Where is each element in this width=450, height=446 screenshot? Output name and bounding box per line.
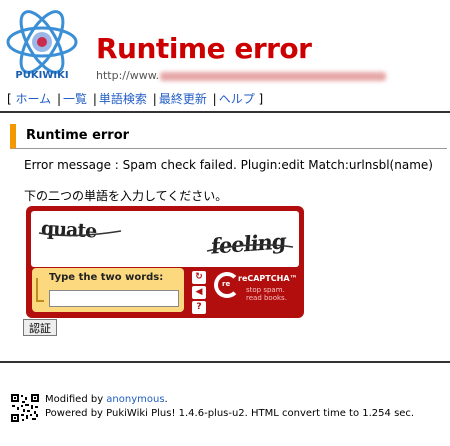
nav-list[interactable]: 一覧 xyxy=(63,92,87,106)
captcha-response-input[interactable] xyxy=(49,290,179,307)
recaptcha-tagline: stop spam. read books. xyxy=(246,286,287,302)
nav-bracket-close: ] xyxy=(258,92,264,106)
content-heading-text: Runtime error xyxy=(26,128,130,143)
page-title: Runtime error xyxy=(96,32,312,65)
nav-separator: | xyxy=(152,92,157,106)
footer-modified: Modified by anonymous. xyxy=(45,394,168,405)
captcha-image: quate feeling xyxy=(31,211,299,267)
content-heading: Runtime error xyxy=(10,124,447,149)
page-url-redacted xyxy=(160,71,387,81)
svg-text:PUKIWIKI: PUKIWIKI xyxy=(15,70,68,81)
pukiwiki-logo[interactable]: PUKIWIKI xyxy=(4,6,80,82)
page-url-prefix: http://www. xyxy=(96,69,160,82)
error-message: Error message : Spam check failed. Plugi… xyxy=(24,158,433,172)
captcha-input-label: Type the two words: xyxy=(49,272,164,283)
nav-help[interactable]: ヘルプ xyxy=(219,92,255,106)
captcha-input-box: Type the two words: xyxy=(32,268,184,312)
captcha-noise xyxy=(38,230,294,252)
refresh-icon[interactable]: ↻ xyxy=(192,271,206,284)
nav-separator: | xyxy=(56,92,62,106)
qr-code-icon xyxy=(10,393,40,423)
footer-powered: Powered by PukiWiki Plus! 1.4.6-plus-u2.… xyxy=(45,408,415,419)
nav-search[interactable]: 単語検索 xyxy=(99,92,147,106)
header-divider xyxy=(0,111,450,113)
nav-bracket-open: [ xyxy=(7,92,12,106)
arrow-icon xyxy=(36,278,44,302)
nav-recent[interactable]: 最終更新 xyxy=(159,92,207,106)
recaptcha-tagline-2: read books. xyxy=(246,294,287,302)
footer-divider xyxy=(0,361,450,363)
main-nav: [ ホーム | 一覧 | 単語検索 | 最終更新 | ヘルプ ] xyxy=(7,90,263,107)
recaptcha-widget: quate feeling Type the two words: ↻ ◀ ? … xyxy=(26,206,304,318)
nav-separator: | xyxy=(92,92,97,106)
recaptcha-tagline-1: stop spam. xyxy=(246,286,285,294)
recaptcha-logo-text: re xyxy=(222,280,231,288)
footer-modified-prefix: Modified by xyxy=(45,394,107,405)
recaptcha-brand: reCAPTCHA™ xyxy=(238,274,298,283)
footer-author-link[interactable]: anonymous xyxy=(106,394,164,405)
nav-separator: | xyxy=(212,92,217,106)
page-url: http://www. xyxy=(96,69,387,82)
submit-button[interactable]: 認証 xyxy=(23,319,57,336)
help-icon[interactable]: ? xyxy=(192,301,206,314)
captcha-prompt: 下の二つの単語を入力してください。 xyxy=(24,189,228,203)
footer-modified-suffix: . xyxy=(164,394,168,405)
audio-icon[interactable]: ◀ xyxy=(192,286,206,299)
nav-home[interactable]: ホーム xyxy=(16,92,52,106)
